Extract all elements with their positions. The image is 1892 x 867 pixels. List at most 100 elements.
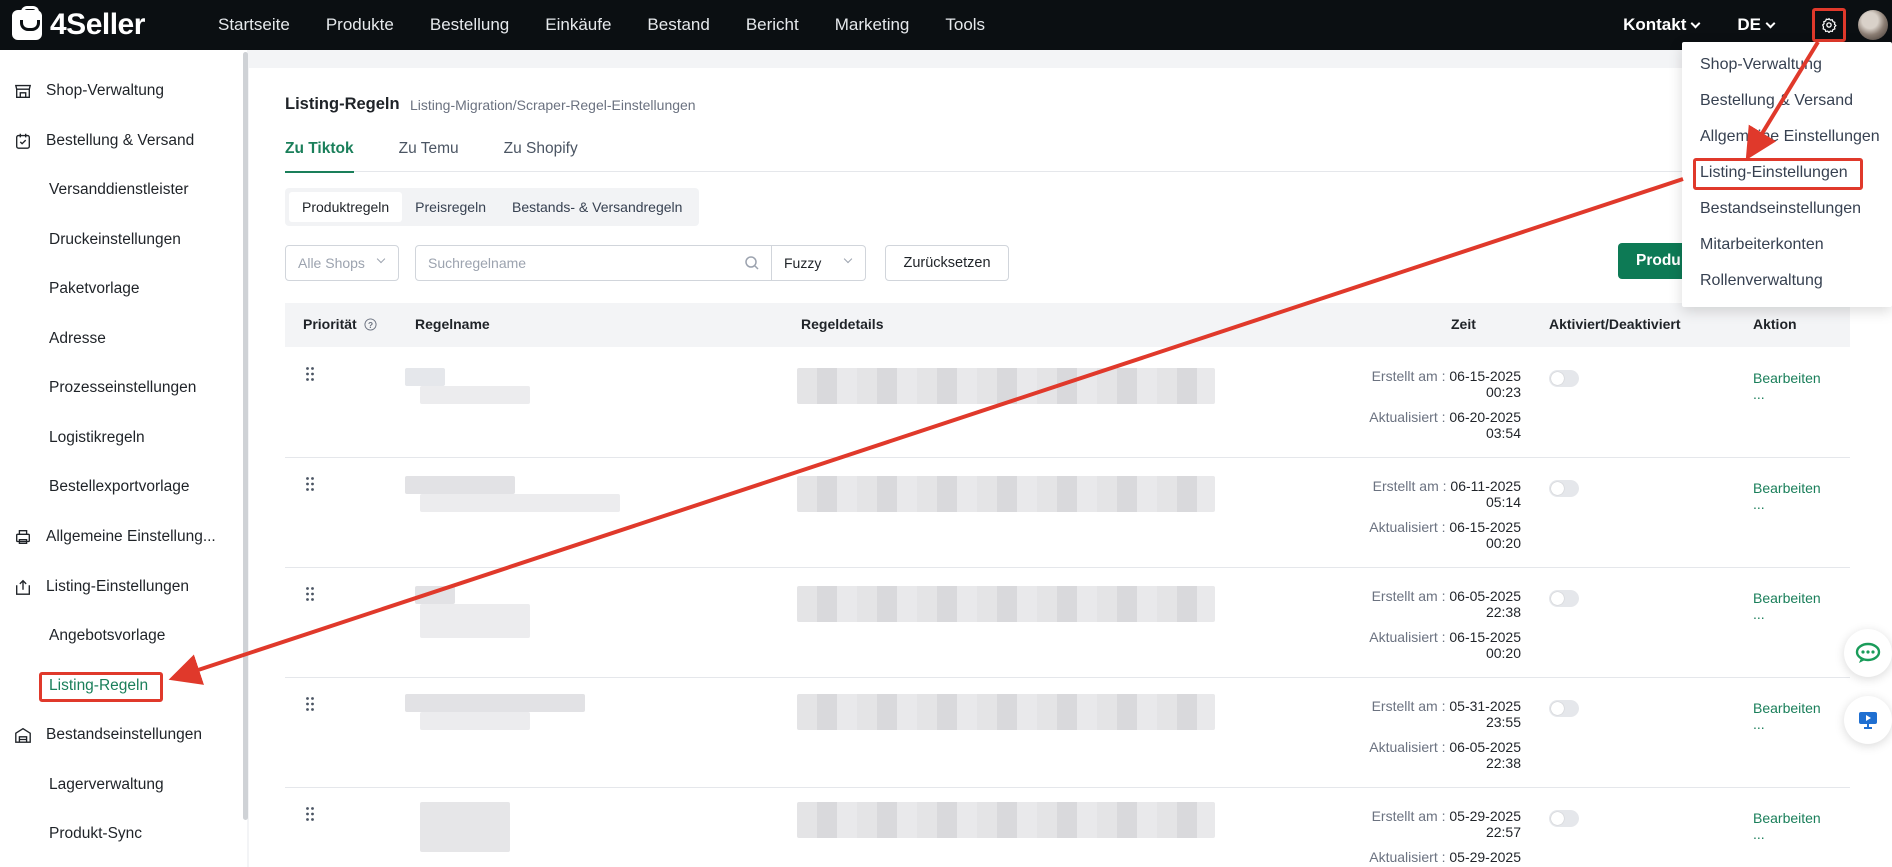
sidebar-item-sync[interactable]: Produkt-Sync	[0, 814, 240, 854]
search-input[interactable]	[415, 245, 772, 281]
settings-menu-order[interactable]: Bestellung & Versand	[1700, 92, 1853, 110]
redacted-rule-name	[420, 386, 530, 404]
drag-handle-icon[interactable]	[305, 806, 315, 822]
rule-type-segments: Produktregeln Preisregeln Bestands- & Ve…	[285, 188, 700, 226]
updated-date: 06-05-2025	[1449, 739, 1521, 755]
chevron-down-icon	[376, 254, 386, 264]
updated-date: 06-15-2025	[1449, 519, 1521, 535]
table-row: Erstellt am : 06-05-2025 22:38 Aktualisi…	[285, 568, 1850, 678]
more-actions[interactable]: ...	[1753, 386, 1765, 402]
redacted-rule-details	[797, 476, 1215, 512]
sidebar-item-print[interactable]: Druckeinstellungen	[0, 220, 240, 260]
column-action: Aktion	[1753, 316, 1797, 332]
table-row: Erstellt am : 05-31-2025 23:55 Aktualisi…	[285, 678, 1850, 788]
sidebar-item-order[interactable]: Bestellung & Versand	[0, 121, 240, 161]
edit-link[interactable]: Bearbeiten	[1753, 590, 1821, 606]
language-menu[interactable]: DE	[1737, 15, 1776, 35]
user-avatar[interactable]	[1858, 10, 1888, 40]
nav-bericht[interactable]: Bericht	[746, 15, 799, 35]
updated-label: Aktualisiert :	[1369, 629, 1446, 645]
more-actions[interactable]: ...	[1753, 826, 1765, 842]
sidebar-label: Versanddienstleister	[49, 181, 189, 198]
drag-handle-icon[interactable]	[305, 366, 315, 382]
edit-link[interactable]: Bearbeiten	[1753, 370, 1821, 386]
svg-text:?: ?	[368, 320, 373, 330]
tab-temu[interactable]: Zu Temu	[399, 140, 459, 172]
updated-time: 00:20	[1485, 645, 1521, 661]
sidebar-item-stock[interactable]: Bestandseinstellungen	[0, 715, 240, 755]
page-title: Listing-Regeln	[285, 95, 400, 113]
updated-label: Aktualisiert :	[1369, 519, 1446, 535]
sidebar-item-warehouse[interactable]: Lagerverwaltung	[0, 765, 240, 805]
more-actions[interactable]: ...	[1753, 496, 1765, 512]
settings-menu-shop[interactable]: Shop-Verwaltung	[1700, 56, 1822, 74]
created-time: 22:38	[1485, 604, 1521, 620]
status-toggle[interactable]	[1549, 810, 1579, 827]
sidebar-item-general[interactable]: Allgemeine Einstellung...	[0, 517, 240, 557]
settings-menu-stock[interactable]: Bestandseinstellungen	[1700, 200, 1861, 218]
created-label: Erstellt am :	[1371, 588, 1446, 604]
settings-menu-general[interactable]: Allgemeine Einstellungen	[1700, 128, 1880, 146]
match-mode-select[interactable]: Fuzzy	[772, 245, 866, 281]
updated-time: 03:54	[1485, 425, 1521, 441]
sidebar-item-listing[interactable]: Listing-Einstellungen	[0, 567, 240, 607]
status-toggle[interactable]	[1549, 590, 1579, 607]
settings-menu-roles[interactable]: Rollenverwaltung	[1700, 272, 1823, 290]
shop-select[interactable]: Alle Shops	[285, 245, 399, 281]
chat-button[interactable]	[1844, 629, 1892, 677]
gear-icon	[1822, 18, 1837, 33]
table-row: Erstellt am : 06-11-2025 05:14 Aktualisi…	[285, 458, 1850, 568]
sidebar-item-export[interactable]: Bestellexportvorlage	[0, 467, 240, 507]
nav-bestellung[interactable]: Bestellung	[430, 15, 509, 35]
contact-menu[interactable]: Kontakt	[1623, 15, 1701, 35]
help-icon[interactable]: ?	[364, 318, 377, 331]
more-actions[interactable]: ...	[1753, 606, 1765, 622]
time-cell: Erstellt am : 06-15-2025 00:23 Aktualisi…	[1321, 368, 1521, 441]
updated-date: 05-29-2025	[1449, 849, 1521, 865]
redacted-rule-name	[405, 368, 445, 386]
drag-handle-icon[interactable]	[305, 476, 315, 492]
sidebar-scrollbar[interactable]	[243, 52, 248, 820]
updated-label: Aktualisiert :	[1369, 409, 1446, 425]
settings-menu-staff[interactable]: Mitarbeiterkonten	[1700, 236, 1824, 254]
nav-produkte[interactable]: Produkte	[326, 15, 394, 35]
status-toggle[interactable]	[1549, 480, 1579, 497]
redacted-rule-name	[420, 494, 620, 512]
drag-handle-icon[interactable]	[305, 586, 315, 602]
created-time: 05:14	[1485, 494, 1521, 510]
sidebar-label: Druckeinstellungen	[49, 231, 181, 248]
reset-button[interactable]: Zurücksetzen	[885, 245, 1009, 281]
more-actions[interactable]: ...	[1753, 716, 1765, 732]
nav-bestand[interactable]: Bestand	[647, 15, 709, 35]
nav-einkaeufe[interactable]: Einkäufe	[545, 15, 611, 35]
brand-logo[interactable]: 4Seller	[12, 6, 145, 42]
sidebar-item-shop[interactable]: Shop-Verwaltung	[0, 71, 240, 111]
status-toggle[interactable]	[1549, 700, 1579, 717]
updated-label: Aktualisiert :	[1369, 849, 1446, 865]
segment-product-rules[interactable]: Produktregeln	[289, 192, 403, 222]
time-cell: Erstellt am : 05-31-2025 23:55 Aktualisi…	[1321, 698, 1521, 771]
settings-button[interactable]	[1812, 8, 1846, 42]
tab-tiktok[interactable]: Zu Tiktok	[285, 140, 354, 173]
segment-stock-shipping-rules[interactable]: Bestands- & Versandregeln	[499, 192, 695, 222]
segment-price-rules[interactable]: Preisregeln	[402, 192, 499, 222]
screen-share-button[interactable]	[1844, 696, 1892, 744]
sidebar-label: Bestellexportvorlage	[49, 478, 190, 495]
sidebar-item-package[interactable]: Paketvorlage	[0, 269, 240, 309]
sidebar-item-address[interactable]: Adresse	[0, 319, 240, 359]
nav-tools[interactable]: Tools	[945, 15, 985, 35]
edit-link[interactable]: Bearbeiten	[1753, 810, 1821, 826]
drag-handle-icon[interactable]	[305, 696, 315, 712]
sidebar-item-process[interactable]: Prozesseinstellungen	[0, 368, 240, 408]
edit-link[interactable]: Bearbeiten	[1753, 700, 1821, 716]
sidebar-item-carriers[interactable]: Versanddienstleister	[0, 170, 240, 210]
nav-marketing[interactable]: Marketing	[835, 15, 910, 35]
created-date: 06-11-2025	[1450, 478, 1521, 494]
sidebar-item-logistics[interactable]: Logistikregeln	[0, 418, 240, 458]
sidebar-item-offer[interactable]: Angebotsvorlage	[0, 616, 240, 656]
tab-shopify[interactable]: Zu Shopify	[504, 140, 578, 172]
status-toggle[interactable]	[1549, 370, 1579, 387]
edit-link[interactable]: Bearbeiten	[1753, 480, 1821, 496]
printer-icon	[16, 530, 30, 544]
nav-startseite[interactable]: Startseite	[218, 15, 290, 35]
